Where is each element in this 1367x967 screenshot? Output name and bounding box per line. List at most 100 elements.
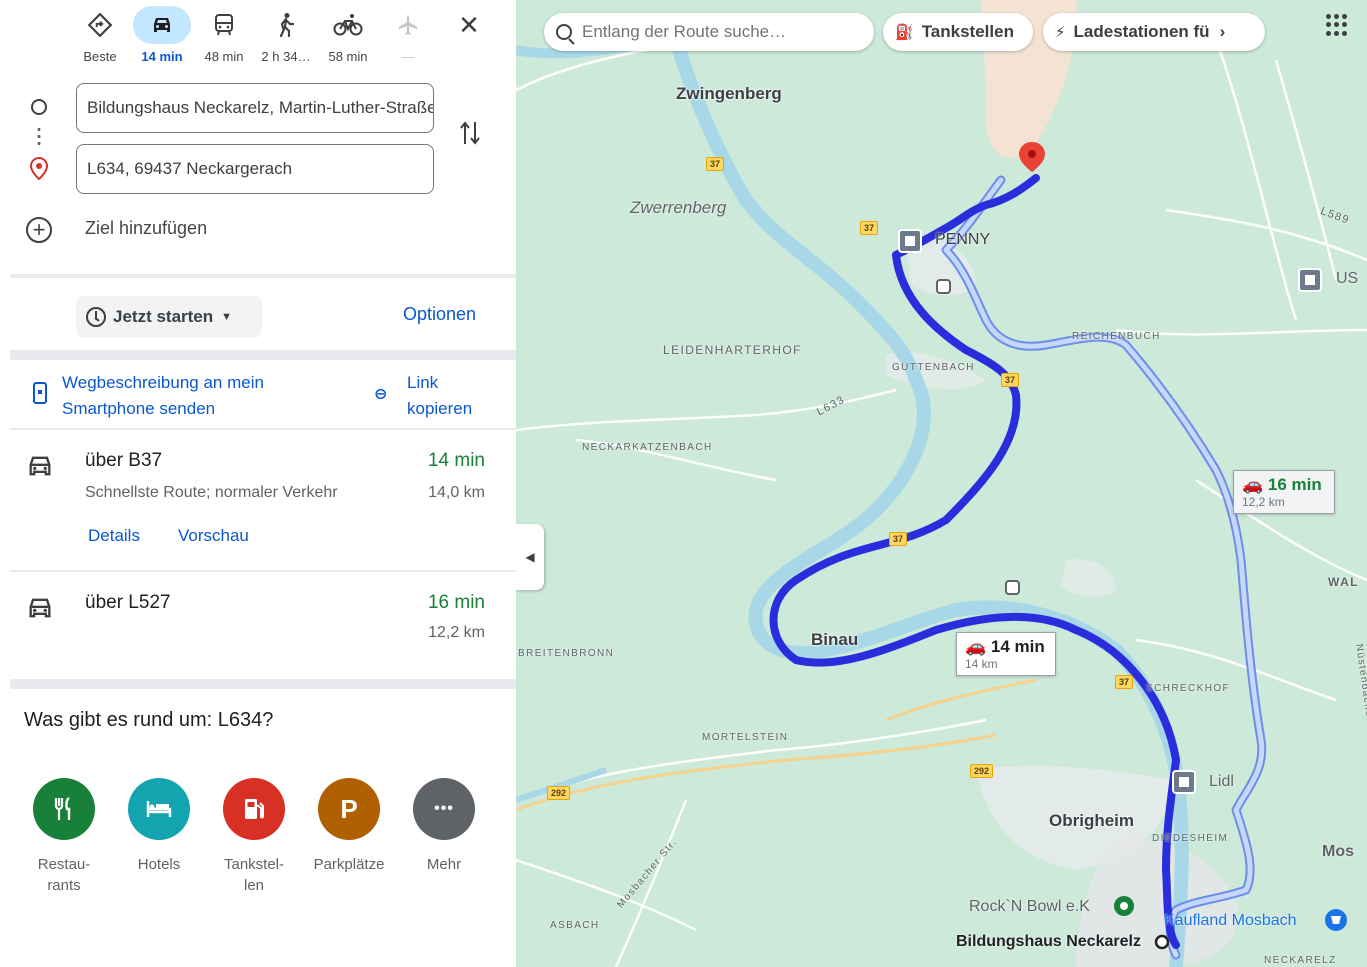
transit-stop-icon [936, 279, 951, 294]
area-label: LEIDENHARTERHOF [663, 343, 802, 357]
divider [10, 570, 516, 572]
flight-icon [378, 6, 438, 44]
divider [10, 428, 516, 430]
poi-label-kaufland[interactable]: Kaufland Mosbach [1164, 912, 1297, 930]
directions-panel: Beste 14 min 48 min 2 h 34… 58 min — ✕ B… [0, 0, 516, 967]
road-shield: 292 [970, 764, 994, 778]
collapse-panel-button[interactable]: ◀ [516, 524, 544, 590]
category-label: Parkplätze [313, 856, 385, 873]
close-icon: ✕ [458, 10, 480, 40]
nearby-hotels-button[interactable]: Hotels [119, 778, 199, 875]
chevron-right-icon[interactable]: › [1220, 22, 1226, 42]
category-label: Tankstel- len [223, 856, 285, 894]
options-link[interactable]: Optionen [403, 304, 476, 325]
category-label: Restau- rants [37, 856, 91, 894]
charging-stations-chip[interactable]: ⚡ Ladestationen fü › [1043, 13, 1265, 51]
add-destination-button[interactable]: Ziel hinzufügen [85, 218, 207, 239]
divider [10, 350, 516, 360]
alt-route-bubble[interactable]: 🚗 16 min 12,2 km [1233, 470, 1335, 514]
hotel-icon [128, 778, 190, 840]
bike-icon [318, 6, 378, 44]
gas-stations-chip[interactable]: ⛽ Tankstellen [883, 13, 1033, 51]
waypoint-connector [37, 126, 41, 148]
link-icon: ⊖ [374, 386, 388, 403]
route-via: über L527 [85, 592, 171, 613]
area-label: SCHRECKHOF [1146, 683, 1231, 694]
primary-route-bubble[interactable]: 🚗 14 min 14 km [956, 632, 1056, 676]
car-icon [29, 598, 51, 618]
nearby-restaurants-button[interactable]: Restau- rants [24, 778, 104, 896]
shop-poi-icon[interactable] [1298, 268, 1322, 292]
phone-icon [33, 382, 47, 404]
depart-time-button[interactable]: Jetzt starten ▼ [76, 296, 262, 338]
dropdown-icon: ▼ [221, 311, 233, 323]
town-label: Mos [1322, 843, 1354, 860]
mode-transit[interactable]: 48 min [194, 6, 254, 64]
swap-icon [460, 121, 480, 145]
swap-waypoints-button[interactable] [455, 118, 485, 152]
mode-best-label: Beste [83, 49, 117, 64]
road-shield: 37 [860, 221, 879, 235]
nearby-parking-button[interactable]: P Parkplätze [309, 778, 389, 875]
car-icon [29, 456, 51, 476]
mode-car-label: 14 min [141, 49, 183, 64]
nearby-more-button[interactable]: ••• Mehr [404, 778, 484, 875]
ev-charger-icon: ⚡ [1055, 24, 1066, 41]
chip-label: Tankstellen [921, 22, 1014, 41]
poi-label-bowling[interactable]: Rock`N Bowl e.K [969, 898, 1090, 916]
close-directions-button[interactable]: ✕ [452, 8, 486, 42]
depart-label: Jetzt starten [113, 307, 214, 326]
road-shield: 37 [706, 157, 725, 171]
poi-label-penny[interactable]: PENNY [935, 231, 990, 249]
shop-poi-icon[interactable] [1172, 770, 1196, 794]
transit-icon [194, 6, 254, 44]
gas-station-icon: ⛽ [895, 24, 914, 41]
clock-icon [86, 307, 106, 327]
shop-poi-icon[interactable] [898, 229, 922, 253]
walk-icon [256, 6, 316, 44]
mode-best[interactable]: Beste [70, 6, 130, 64]
add-destination-icon[interactable]: + [26, 217, 52, 243]
mode-walk[interactable]: 2 h 34… [256, 6, 316, 64]
nearby-title: Was gibt es rund um: L634? [24, 709, 274, 731]
mode-bike-label: 58 min [328, 49, 368, 64]
bubble-distance: 12,2 km [1242, 495, 1285, 509]
more-icon: ••• [413, 778, 475, 840]
send-to-phone-link[interactable]: Wegbeschreibung an mein Smartphone sende… [62, 370, 312, 422]
route-distance: 14,0 km [428, 484, 485, 501]
poi-label-origin[interactable]: Bildungshaus Neckarelz [956, 933, 1141, 951]
origin-input[interactable]: Bildungshaus Neckarelz, Martin-Luther-St… [76, 83, 434, 133]
route-search-input[interactable]: Entlang der Route suche… [544, 13, 874, 51]
area-label: ASBACH [550, 920, 600, 931]
area-label: NECKARELZ [1264, 955, 1337, 966]
area-label: GUTTENBACH [892, 362, 975, 373]
apps-grid-icon[interactable] [1326, 14, 1348, 36]
bubble-distance: 14 km [965, 657, 998, 671]
route-description: Schnellste Route; normaler Verkehr [85, 484, 338, 501]
restaurant-icon [33, 778, 95, 840]
origin-marker-icon [1154, 934, 1170, 950]
mode-flight[interactable]: — [378, 6, 438, 64]
route-option-b37[interactable]: über B37 Schnellste Route; normaler Verk… [0, 440, 516, 568]
category-label: Mehr [426, 856, 462, 873]
mode-walk-label: 2 h 34… [261, 49, 311, 64]
mode-car[interactable]: 14 min [132, 6, 192, 64]
divider [10, 679, 516, 689]
map-canvas[interactable]: 37 37 37 37 37 292 292 L633 L589 Mosbach… [516, 0, 1367, 967]
route-details-link[interactable]: Details [88, 526, 140, 546]
destination-input[interactable]: L634, 69437 Neckargerach [76, 144, 434, 194]
origin-marker-icon [31, 99, 47, 115]
poi-label-lidl[interactable]: Lidl [1209, 773, 1234, 791]
route-option-l527[interactable]: über L527 16 min 12,2 km [0, 582, 516, 672]
road-shield: 292 [547, 786, 571, 800]
copy-link-button[interactable]: Link kopieren [407, 370, 497, 422]
area-label: BREITENBRONN [518, 648, 615, 659]
route-search-placeholder: Entlang der Route suche… [582, 22, 787, 41]
route-via: über B37 [85, 450, 163, 471]
chevron-left-icon: ◀ [525, 550, 535, 564]
gas-station-icon [223, 778, 285, 840]
nearby-gas-stations-button[interactable]: Tankstel- len [214, 778, 294, 896]
route-preview-link[interactable]: Vorschau [178, 526, 249, 546]
mode-bike[interactable]: 58 min [318, 6, 378, 64]
main-roads [516, 733, 997, 812]
